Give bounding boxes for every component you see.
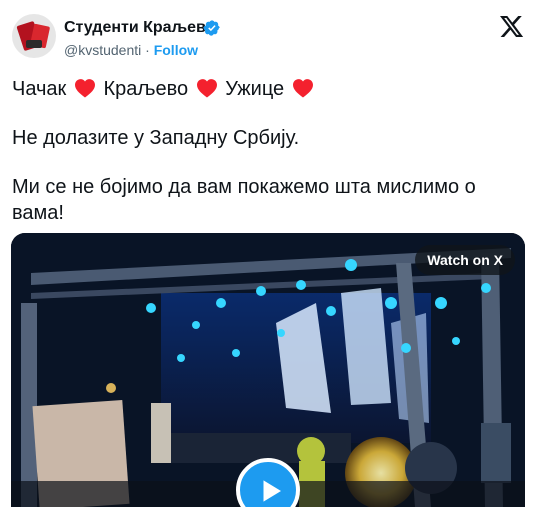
verified-badge-icon xyxy=(203,20,220,36)
city-uzice: Ужице xyxy=(225,78,285,100)
handle-line: @kvstudenti · Follow xyxy=(64,41,198,59)
city-kraljevo: Краљево xyxy=(103,78,189,100)
handle[interactable]: @kvstudenti xyxy=(64,42,141,58)
city-chacak: Чачак xyxy=(12,78,67,100)
tweet-text-line: Ми се не бојимо да вам покажемо шта мисл… xyxy=(12,176,476,198)
video-player[interactable]: Watch on X xyxy=(11,233,525,507)
separator: · xyxy=(145,42,150,58)
tweet-header: Студенти Краљево @kvstudenti · Follow xyxy=(0,0,533,70)
follow-button[interactable]: Follow xyxy=(154,42,198,58)
tweet-text-line: вама! xyxy=(12,202,64,224)
red-heart-icon xyxy=(196,79,217,98)
tweet-text-cities: Чачак Краљево Ужице xyxy=(12,76,316,102)
avatar-shape xyxy=(26,40,42,48)
play-icon xyxy=(263,480,281,502)
x-logo-icon[interactable] xyxy=(500,16,524,38)
display-name[interactable]: Студенти Краљево xyxy=(64,18,215,38)
tweet-text-line: Не долазите у Западну Србију. xyxy=(12,127,300,149)
red-heart-icon xyxy=(292,79,313,98)
avatar[interactable] xyxy=(12,14,56,58)
red-heart-icon xyxy=(74,79,95,98)
watch-on-x-button[interactable]: Watch on X xyxy=(415,245,515,275)
